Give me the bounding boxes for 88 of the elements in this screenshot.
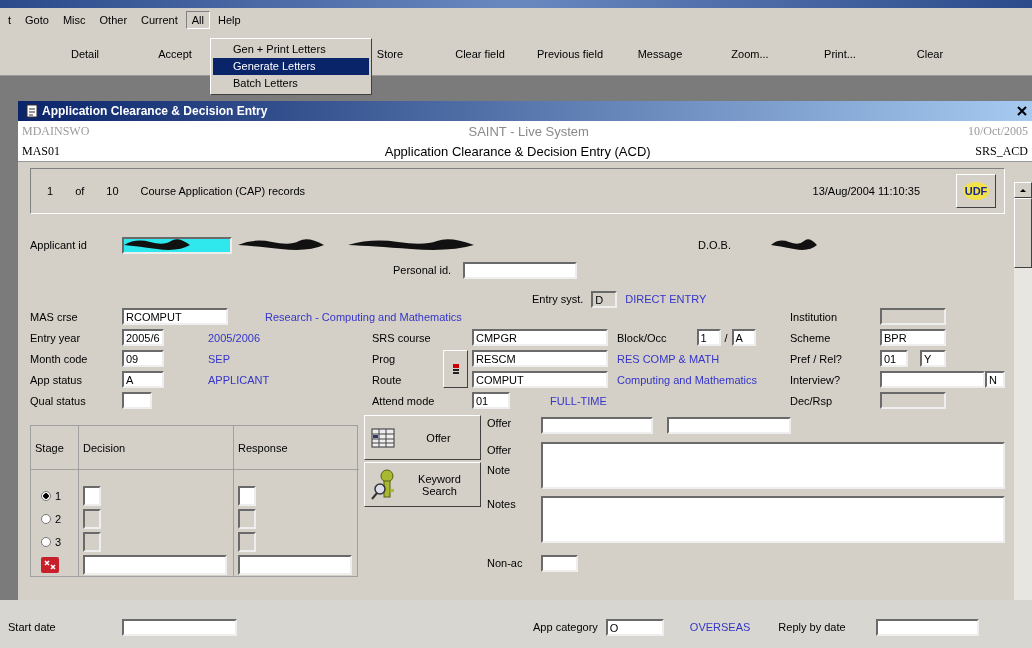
field-label: Entry syst. (532, 293, 584, 305)
column-header: Decision (83, 441, 126, 454)
field-description: SEP (208, 352, 230, 365)
field-label: Notes (487, 498, 517, 510)
separator-text: / (724, 331, 728, 344)
toolbar-button[interactable]: Clear (885, 43, 975, 64)
field-label: Block/Occ (617, 331, 667, 344)
field-label: App status (30, 373, 82, 386)
user-code: MDAINSWO (22, 123, 90, 139)
column-header: Response (238, 441, 288, 454)
input-field[interactable]: RCOMPUT (122, 308, 228, 325)
system-name: SAINT - Live System (468, 123, 589, 139)
record-description: Course Application (CAP) records (140, 185, 306, 197)
input-field[interactable]: A (731, 329, 756, 346)
field-label: Month code (30, 352, 88, 365)
input-field[interactable]: 1 (696, 329, 721, 346)
field-label: D.O.B. (698, 239, 731, 251)
field-label: Institution (790, 310, 838, 323)
field-label: Applicant id (30, 239, 87, 251)
input-field[interactable]: 01 (472, 392, 510, 409)
field-label: Start date (8, 621, 56, 633)
menu-item[interactable]: Other (93, 11, 134, 29)
input-field[interactable]: D (591, 290, 618, 308)
input-field[interactable]: O (605, 618, 664, 636)
input-field[interactable]: Y (920, 350, 946, 367)
field-label: Dec/Rsp (790, 394, 833, 407)
menu-item[interactable]: Current (135, 11, 184, 29)
menu-item[interactable]: Goto (19, 11, 55, 29)
window-title: Application Clearance & Decision Entry (42, 104, 269, 118)
toolbar-button[interactable]: Detail (40, 43, 130, 64)
field-label: Personal id. (393, 264, 452, 276)
offer-button[interactable]: Offer (364, 415, 481, 460)
input-field[interactable]: RESCM (472, 350, 608, 367)
menu-item[interactable]: Help (211, 11, 247, 29)
field-label: Prog (372, 352, 396, 365)
field-label: Scheme (790, 331, 831, 344)
menu-item[interactable]: t (2, 11, 18, 29)
field-label: Route (372, 373, 402, 386)
field-description: APPLICANT (208, 373, 270, 386)
field-label: Interview? (790, 373, 841, 386)
menu-item[interactable]: Misc (56, 11, 92, 29)
menu-item[interactable]: Generate Letters (213, 58, 369, 75)
screen-code: SRS_ACD (975, 143, 1028, 159)
field-label: Pref / Rel? (790, 352, 842, 365)
field-label: Note (487, 463, 512, 476)
menu-item[interactable]: Batch Letters (213, 75, 369, 92)
toolbar-button[interactable]: Zoom... (705, 43, 795, 64)
record-timestamp: 13/Aug/2004 11:10:35 (812, 185, 920, 197)
field-description: 2005/2006 (208, 331, 260, 344)
record-of-label: of (75, 185, 85, 197)
stage-radio[interactable]: 1 (35, 486, 74, 506)
toolbar-button[interactable]: Clear field (435, 43, 525, 64)
column-header: Stage (35, 441, 64, 454)
input-field[interactable]: A (122, 371, 164, 388)
field-description: Research - Computing and Mathematics (265, 310, 462, 323)
keyword-search-button[interactable]: Keyword Search (364, 462, 481, 507)
field-label: Attend mode (372, 394, 435, 407)
field-label: Qual status (30, 394, 86, 407)
field-label: Offer (487, 443, 513, 456)
module-code: MAS01 (22, 143, 60, 159)
input-field[interactable]: BPR (880, 329, 946, 346)
field-label: MAS crse (30, 310, 78, 323)
header-date: 10/Oct/2005 (968, 123, 1028, 139)
field-description: RES COMP & MATH (617, 352, 720, 365)
field-description: DIRECT ENTRY (625, 293, 707, 305)
field-label: Non-ac (487, 556, 524, 569)
field-label: Offer (487, 417, 512, 429)
input-field[interactable]: N (985, 371, 1005, 388)
field-label: Entry year (30, 331, 81, 344)
record-total: 10 (106, 185, 119, 197)
field-description: FULL-TIME (550, 394, 607, 407)
field-label: SRS course (372, 331, 431, 344)
record-number: 1 (47, 185, 54, 197)
menu-item[interactable]: All (185, 11, 210, 29)
input-field[interactable]: CMPGR (472, 329, 608, 346)
toolbar-button[interactable]: Previous field (525, 43, 615, 64)
field-label: App category (533, 621, 598, 633)
input-field[interactable]: 09 (122, 350, 164, 367)
input-field[interactable]: COMPUT (472, 371, 608, 388)
field-description: OVERSEAS (689, 621, 751, 633)
screen-title: Application Clearance & Decision Entry (ACD) (384, 143, 651, 159)
field-label: Reply by date (778, 621, 846, 633)
input-field[interactable]: 2005/6 (122, 329, 164, 346)
toolbar-button[interactable]: Print... (795, 43, 885, 64)
field-description: Computing and Mathematics (617, 373, 757, 386)
input-field[interactable]: 01 (880, 350, 908, 367)
udf-button[interactable]: UDF (956, 174, 996, 208)
toolbar-button[interactable]: Message (615, 43, 705, 64)
